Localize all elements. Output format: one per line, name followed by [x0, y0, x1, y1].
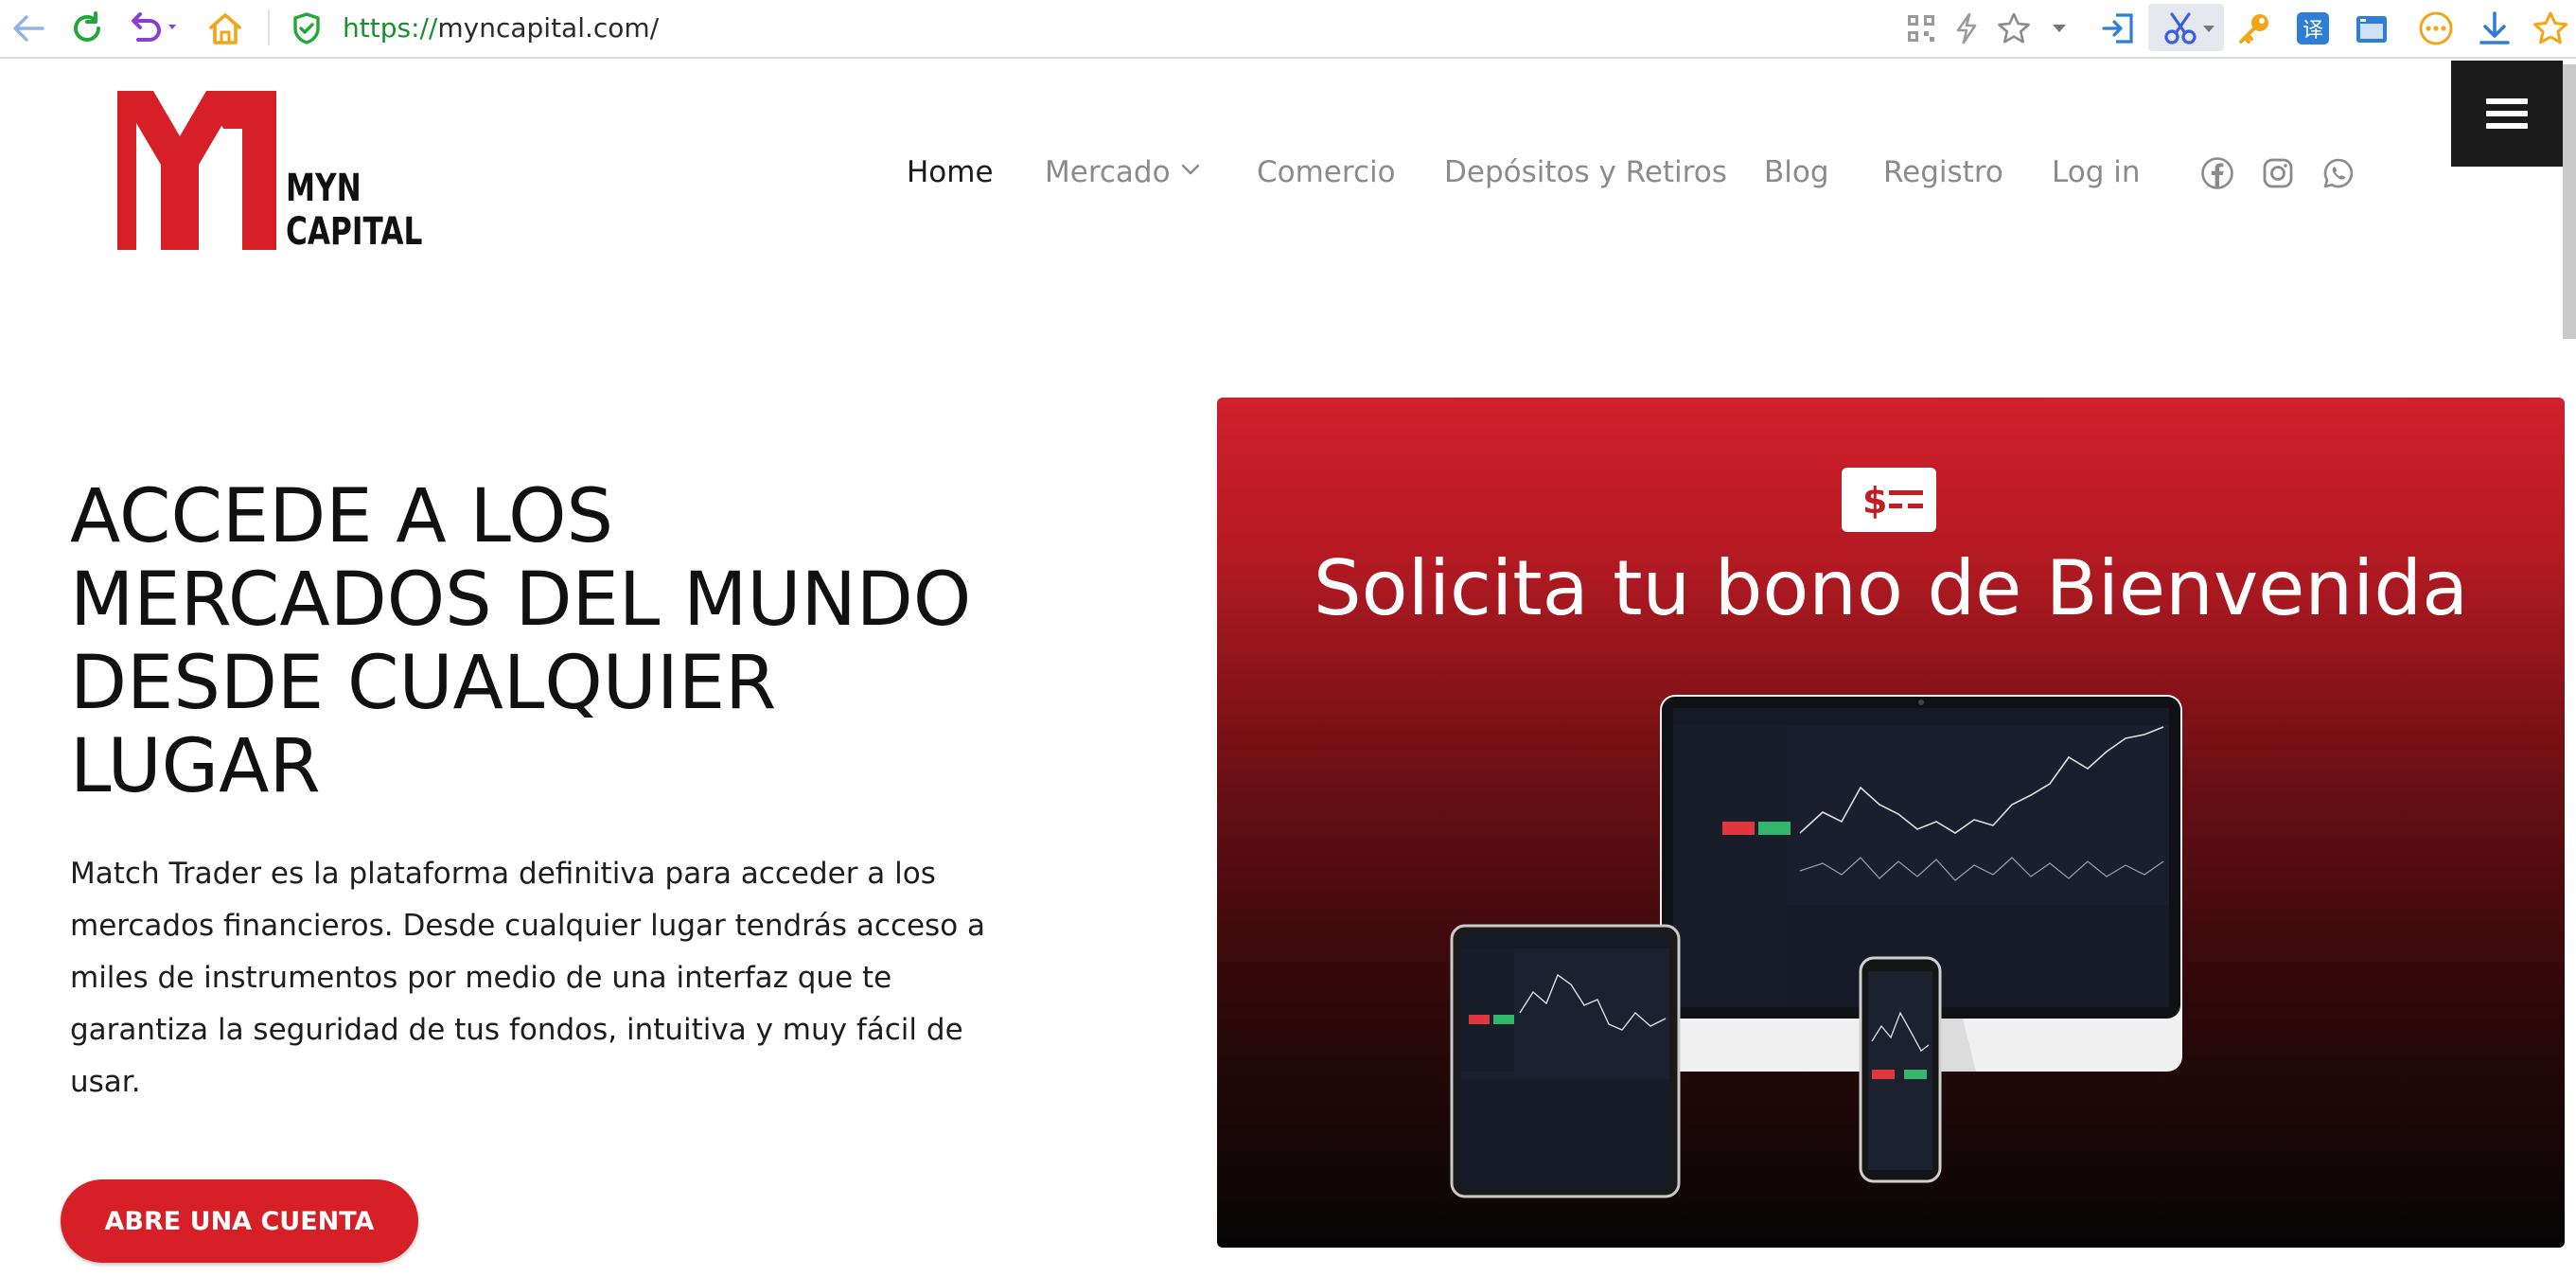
hero-description: Match Trader es la plataforma definitiva…: [70, 857, 986, 1099]
hero-title-line: MERCADOS DEL MUNDO: [70, 558, 972, 643]
menu-toggle-button[interactable]: [2451, 61, 2563, 167]
nav-login[interactable]: Log in: [2052, 151, 2140, 193]
shield-check-icon[interactable]: [284, 6, 329, 51]
open-account-button[interactable]: ABRE UNA CUENTA: [61, 1179, 418, 1263]
hero-title-line: ACCEDE A LOS: [70, 474, 614, 559]
tablet-device: [1450, 924, 1681, 1198]
nav-mercado[interactable]: Mercado: [1045, 151, 1171, 193]
translate-icon[interactable]: 译: [2290, 6, 2336, 51]
back-arrow-icon[interactable]: [6, 6, 51, 51]
hero-title-line: DESDE CUALQUIER: [70, 641, 777, 726]
nav-home[interactable]: Home: [907, 151, 994, 193]
url-scheme: https://: [343, 12, 438, 44]
logo-line-2: CAPITAL: [286, 210, 423, 254]
nav-comercio[interactable]: Comercio: [1257, 151, 1396, 193]
nav-registro[interactable]: Registro: [1883, 151, 2003, 193]
mercado-chevron-down-icon[interactable]: [1181, 163, 1200, 176]
reload-icon[interactable]: [64, 6, 110, 51]
trading-platform-devices-image: [1450, 695, 2182, 1198]
lightning-icon[interactable]: [1944, 6, 1989, 51]
logo-line-1: MYN: [286, 167, 362, 210]
page-scrollbar[interactable]: [2563, 64, 2576, 339]
undo-history-icon[interactable]: [125, 6, 185, 51]
more-dots-icon[interactable]: [2413, 6, 2459, 51]
instagram-icon[interactable]: [2262, 157, 2294, 189]
nav-depositos-retiros[interactable]: Depósitos y Retiros: [1444, 151, 1727, 193]
qr-code-icon[interactable]: [1898, 6, 1944, 51]
hamburger-menu-icon: [2486, 98, 2528, 129]
hero-title-line: LUGAR: [70, 724, 321, 809]
download-icon[interactable]: [2472, 6, 2517, 51]
favorites-star-icon[interactable]: [2529, 6, 2572, 51]
whatsapp-icon[interactable]: [2322, 157, 2355, 189]
home-icon[interactable]: [203, 6, 248, 51]
hero-title: ACCEDE A LOS MERCADOS DEL MUNDO DESDE CU…: [70, 475, 1111, 808]
login-enter-icon[interactable]: [2095, 6, 2141, 51]
dropdown-caret-icon[interactable]: [2040, 6, 2078, 51]
welcome-bonus-banner[interactable]: $ Solicita tu bono de Bienvenida: [1217, 398, 2565, 1248]
window-icon[interactable]: [2349, 6, 2394, 51]
address-bar[interactable]: https://myncapital.com/: [343, 6, 659, 51]
toolbar-separator: [268, 9, 270, 45]
key-icon[interactable]: [2232, 6, 2277, 51]
nav-blog[interactable]: Blog: [1764, 151, 1829, 193]
browser-toolbar: https://myncapital.com/ 译: [0, 0, 2576, 59]
url-host: myncapital.com/: [437, 12, 660, 44]
facebook-icon[interactable]: [2201, 157, 2233, 189]
scissors-caret-icon[interactable]: [2194, 6, 2224, 51]
logo-wordmark: MYN CAPITAL: [286, 167, 422, 254]
bookmark-star-icon[interactable]: [1991, 6, 2037, 51]
phone-device: [1859, 956, 1942, 1183]
svg-text:译: 译: [2303, 19, 2323, 43]
